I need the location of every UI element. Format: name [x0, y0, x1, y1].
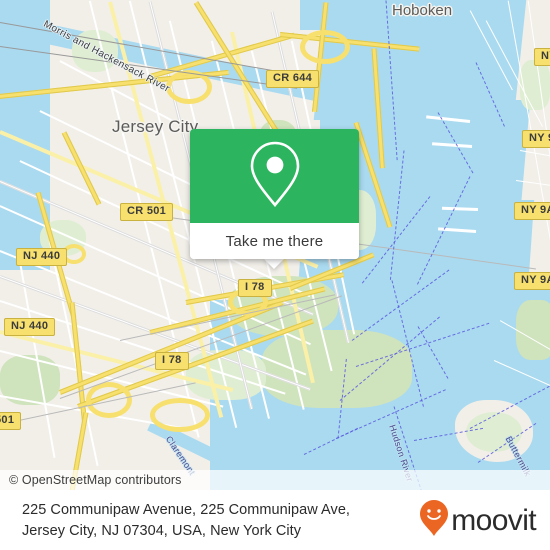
address-line-1: 225 Communipaw Avenue, 225 Communipaw Av…	[22, 501, 351, 518]
map-shield-cr-501: CR 501	[120, 203, 174, 221]
map-shield-ny-9a-north: NY 9A	[514, 202, 550, 220]
take-me-there-label: Take me there	[225, 232, 324, 250]
screenshot-root: Jersey City Hoboken Hudson River Butterm…	[0, 0, 550, 550]
osm-attribution-text[interactable]: © OpenStreetMap contributors	[0, 473, 182, 487]
moovit-pin-icon	[419, 499, 449, 542]
moovit-wordmark: moovit	[451, 503, 536, 537]
map-shield-cr-644: CR 644	[266, 70, 320, 88]
map-shield-501: 501	[0, 412, 22, 430]
map-shield-ny: NY	[534, 48, 550, 66]
map-pin-icon	[247, 139, 303, 214]
moovit-brand[interactable]: moovit	[419, 499, 550, 542]
map-shield-i-78-west: I 78	[155, 352, 189, 370]
popup-card-tail	[263, 258, 285, 269]
map-park-liberty-south	[262, 330, 412, 408]
address-line-2: Jersey City, NJ 07304, USA, New York Cit…	[22, 522, 301, 539]
footer-bar: 225 Communipaw Avenue, 225 Communipaw Av…	[0, 490, 550, 550]
map-attribution-bar: © OpenStreetMap contributors	[0, 470, 550, 490]
map-shield-nj-440-south: NJ 440	[4, 318, 56, 336]
map-interchange-loop	[150, 398, 210, 432]
map-label-hoboken: Hoboken	[392, 2, 453, 19]
popup-card-action[interactable]: Take me there	[190, 223, 359, 259]
map-shield-ny-9a-south: NY 9A	[514, 272, 550, 290]
popup-card-header	[190, 129, 359, 223]
map-shield-i-78-east: I 78	[238, 279, 272, 297]
popup-card[interactable]: Take me there	[190, 129, 359, 259]
map-canvas[interactable]: Jersey City Hoboken Hudson River Butterm…	[0, 0, 550, 490]
map-shield-ny-9: NY 9	[522, 130, 550, 148]
map-park-ny-a	[516, 300, 550, 360]
map-interchange-loop	[300, 30, 350, 64]
address-block: 225 Communipaw Avenue, 225 Communipaw Av…	[0, 500, 419, 542]
map-shield-nj-440-north: NJ 440	[16, 248, 68, 266]
map-label-jersey-city: Jersey City	[112, 117, 199, 136]
